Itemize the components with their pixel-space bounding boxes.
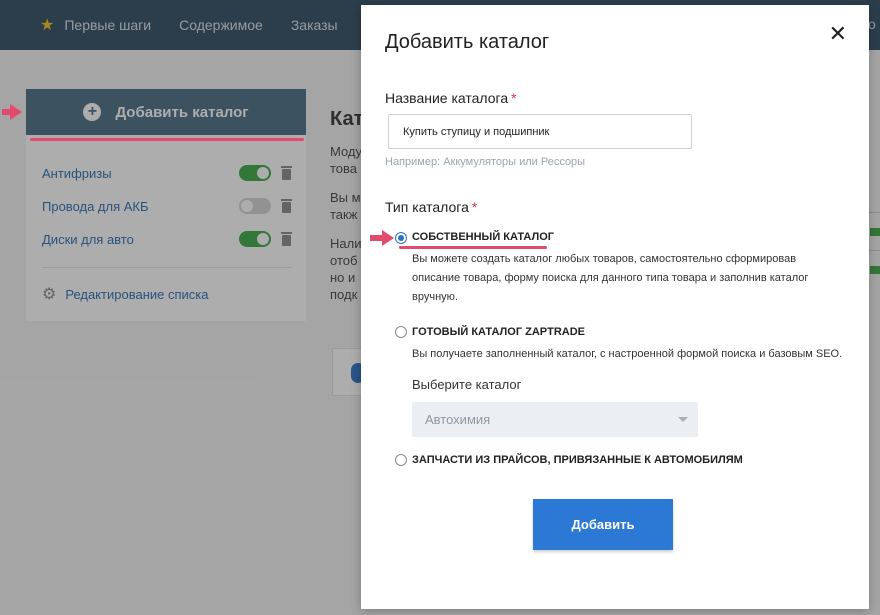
arrow-right-icon xyxy=(10,104,22,120)
option-own-catalog-title[interactable]: СОБСТВЕННЫЙ КАТАЛОГ xyxy=(412,231,554,243)
option-zaptrade-description: Вы получаете заполненный каталог, с наст… xyxy=(412,348,843,360)
chevron-down-icon xyxy=(678,417,688,422)
arrow-right-icon xyxy=(2,109,10,115)
radio-own-catalog[interactable] xyxy=(395,232,407,244)
option-price-parts-title[interactable]: ЗАПЧАСТИ ИЗ ПРАЙСОВ, ПРИВЯЗАННЫЕ К АВТОМ… xyxy=(412,454,743,466)
highlight-underline xyxy=(399,246,547,249)
catalog-name-label: Название каталога * xyxy=(385,90,517,106)
radio-zaptrade-catalog[interactable] xyxy=(395,326,407,338)
catalog-name-hint: Например: Аккумуляторы или Рессоры xyxy=(385,156,586,168)
option-zaptrade-title[interactable]: ГОТОВЫЙ КАТАЛОГ ZAPTRADE xyxy=(412,326,585,338)
required-mark: * xyxy=(471,199,478,215)
add-catalog-dialog: Добавить каталог ✕ Название каталога* На… xyxy=(361,5,869,609)
close-icon[interactable]: ✕ xyxy=(829,23,847,45)
add-button[interactable]: Добавить xyxy=(533,499,673,550)
radio-price-parts[interactable] xyxy=(395,454,407,466)
arrow-right-icon xyxy=(382,230,394,246)
dialog-title: Добавить каталог xyxy=(385,31,550,53)
catalog-type-label-text: Тип каталога xyxy=(385,199,469,215)
catalog-select-value: Автохимия xyxy=(425,412,491,427)
option-own-catalog-description: Вы можете создать каталог любых товаров,… xyxy=(412,253,809,303)
catalog-name-label-text: Название каталога xyxy=(385,90,509,106)
catalog-type-label: Тип каталога * xyxy=(385,199,477,215)
select-catalog-label: Выберите каталог xyxy=(412,377,522,392)
catalog-select[interactable]: Автохимия xyxy=(412,402,698,437)
highlight-underline xyxy=(30,138,304,141)
catalog-name-input[interactable] xyxy=(388,114,692,149)
required-mark: * xyxy=(511,90,517,106)
